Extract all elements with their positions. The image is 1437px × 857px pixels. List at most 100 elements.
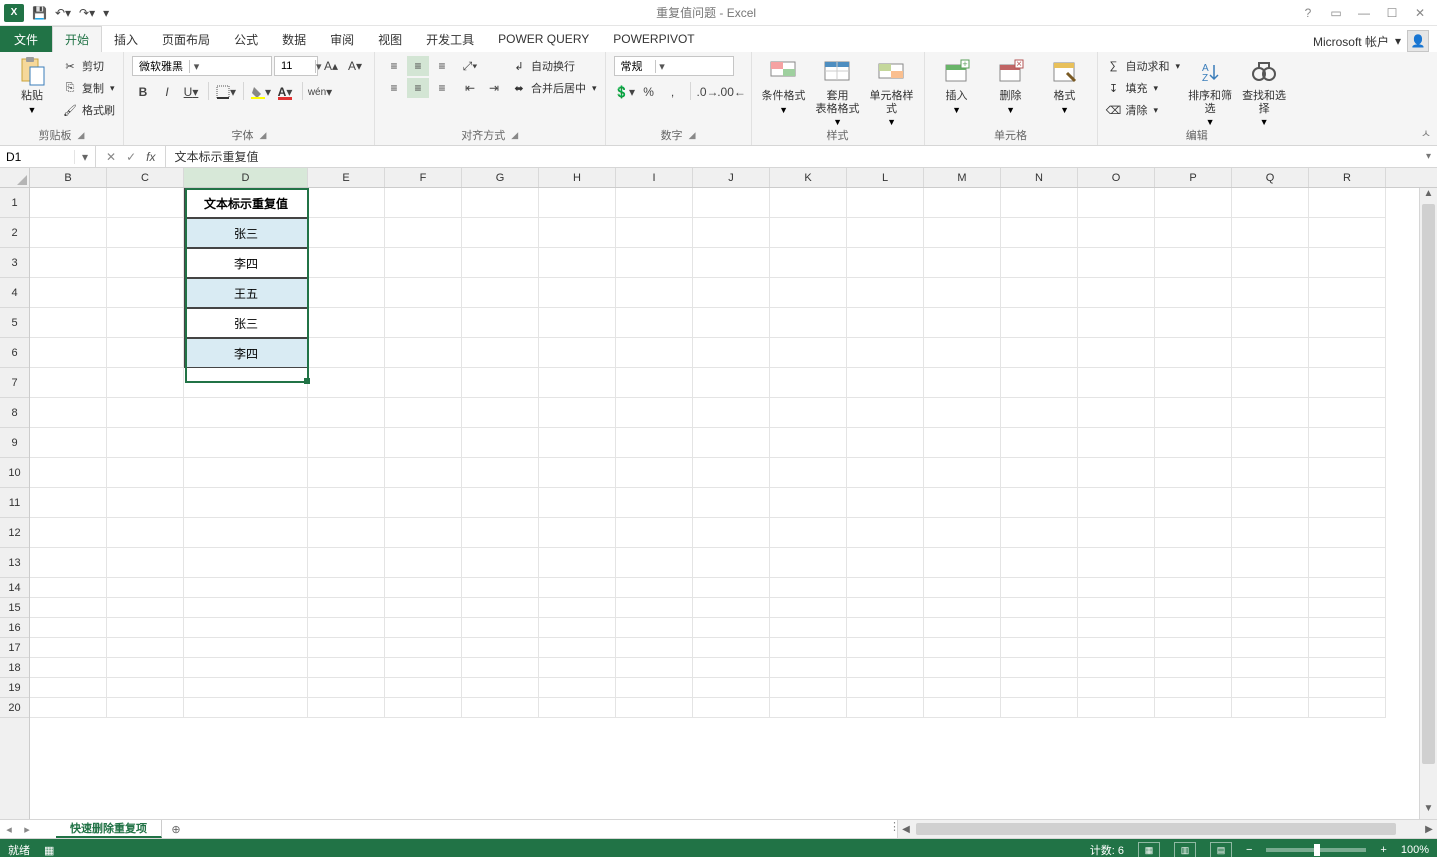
cell[interactable] [308,488,385,518]
tab-insert[interactable]: 插入 [102,26,150,52]
cell[interactable] [30,398,107,428]
cell[interactable] [385,638,462,658]
name-box-input[interactable] [0,150,74,164]
cell[interactable] [1078,278,1155,308]
cell[interactable] [462,618,539,638]
tab-home[interactable]: 开始 [52,26,102,52]
cell[interactable] [308,278,385,308]
cell[interactable] [770,548,847,578]
cancel-formula-icon[interactable]: ✕ [106,150,116,164]
cell[interactable] [30,658,107,678]
cell[interactable] [693,338,770,368]
cell[interactable] [184,548,308,578]
cell[interactable] [1309,578,1386,598]
zoom-level[interactable]: 100% [1401,844,1429,856]
cell[interactable] [308,188,385,218]
cell[interactable] [616,678,693,698]
format-painter-button[interactable]: 🖌格式刷 [62,100,115,120]
vertical-scrollbar[interactable]: ▲ ▼ [1419,188,1437,819]
row-header[interactable]: 16 [0,618,29,638]
cell[interactable] [924,618,1001,638]
scroll-left-icon[interactable]: ◀ [898,824,914,835]
cell[interactable] [770,578,847,598]
cell[interactable] [385,278,462,308]
tab-powerpivot[interactable]: POWERPIVOT [601,26,706,52]
cell[interactable] [462,338,539,368]
cell[interactable] [184,618,308,638]
cell[interactable] [924,698,1001,718]
cell[interactable] [462,488,539,518]
column-header[interactable]: K [770,168,847,187]
cell[interactable] [693,188,770,218]
column-header[interactable]: N [1001,168,1078,187]
cell[interactable] [308,698,385,718]
cell[interactable] [184,458,308,488]
cell[interactable] [1001,518,1078,548]
cell[interactable] [770,638,847,658]
decrease-decimal-icon[interactable]: .00← [721,82,743,102]
cell[interactable] [924,428,1001,458]
cell[interactable] [770,618,847,638]
tab-page-layout[interactable]: 页面布局 [150,26,222,52]
cell[interactable] [184,658,308,678]
cell[interactable] [1232,368,1309,398]
column-header[interactable]: E [308,168,385,187]
cell[interactable] [308,218,385,248]
cell[interactable] [693,678,770,698]
cell[interactable] [924,368,1001,398]
cell[interactable] [1001,658,1078,678]
cell[interactable] [107,548,184,578]
cell[interactable] [30,218,107,248]
cell[interactable] [30,518,107,548]
cell[interactable] [462,398,539,428]
cell[interactable] [1232,218,1309,248]
cell[interactable] [924,658,1001,678]
cell[interactable] [184,578,308,598]
cell[interactable]: 张三 [184,218,308,248]
cell[interactable] [30,248,107,278]
cell[interactable] [30,458,107,488]
cell[interactable] [1232,398,1309,428]
cell[interactable] [1001,458,1078,488]
cell[interactable] [770,218,847,248]
cell[interactable] [308,658,385,678]
cell[interactable] [616,458,693,488]
align-bottom-icon[interactable]: ≡ [431,56,453,76]
cell[interactable] [924,218,1001,248]
row-header[interactable]: 15 [0,598,29,618]
column-header[interactable]: R [1309,168,1386,187]
tab-power-query[interactable]: POWER QUERY [486,26,601,52]
cell[interactable] [539,638,616,658]
dialog-launcher-icon[interactable]: ◢ [260,130,267,141]
cell[interactable] [30,548,107,578]
cell[interactable] [308,618,385,638]
cell[interactable]: 李四 [184,248,308,278]
cell[interactable] [693,598,770,618]
cell[interactable] [107,598,184,618]
cell[interactable] [1232,338,1309,368]
row-header[interactable]: 20 [0,698,29,718]
cell[interactable] [770,458,847,488]
cell[interactable] [184,398,308,428]
cell[interactable] [1078,578,1155,598]
cell[interactable] [1309,218,1386,248]
cell[interactable] [539,618,616,638]
cell[interactable] [616,658,693,678]
zoom-in-icon[interactable]: + [1380,844,1386,856]
zoom-out-icon[interactable]: − [1246,844,1252,856]
cell[interactable] [184,368,308,398]
cell[interactable] [539,698,616,718]
cell[interactable] [1078,218,1155,248]
cell[interactable] [385,368,462,398]
cell[interactable] [539,458,616,488]
font-name-combo[interactable]: 微软雅黑▾ [132,56,272,76]
cell[interactable] [693,658,770,678]
cell[interactable] [1232,598,1309,618]
tab-file[interactable]: 文件 [0,26,52,52]
cell[interactable] [1155,638,1232,658]
cell[interactable] [462,428,539,458]
cell[interactable] [1001,638,1078,658]
row-header[interactable]: 13 [0,548,29,578]
cell[interactable] [308,598,385,618]
formula-bar[interactable]: 文本标示重复值 ▾ [166,146,1437,167]
